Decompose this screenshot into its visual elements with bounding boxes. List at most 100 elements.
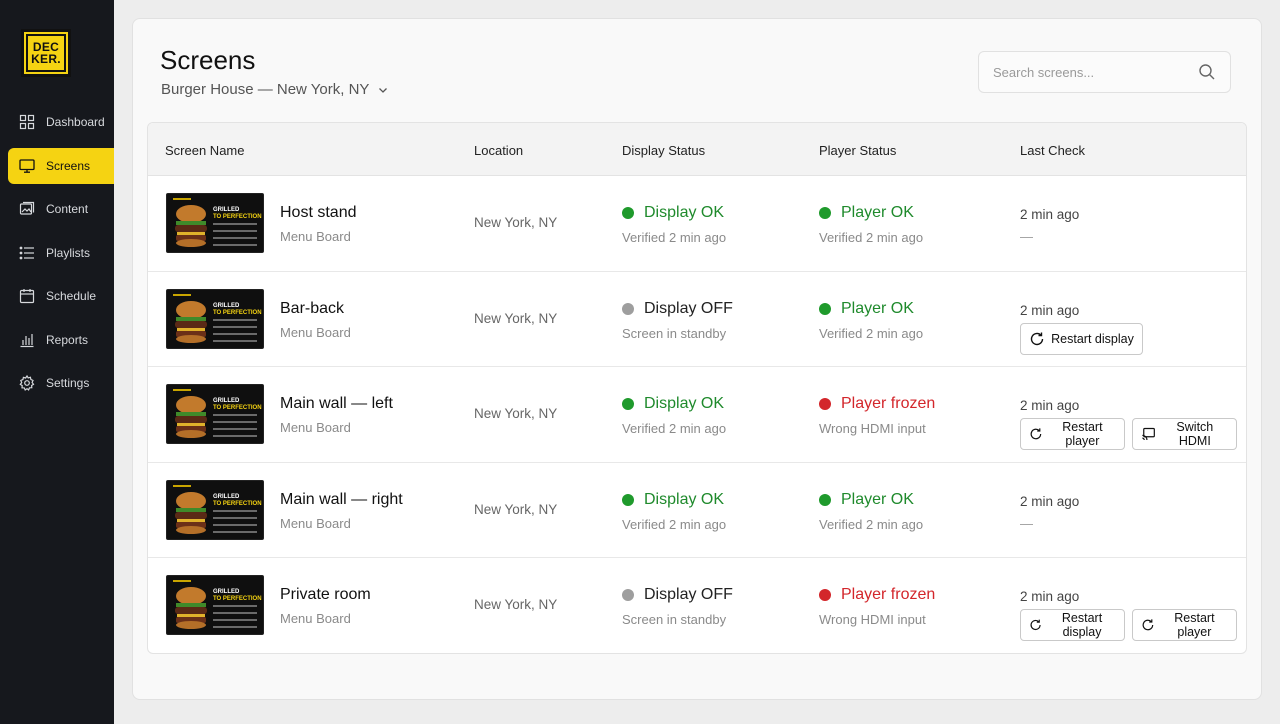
thumbnail-title: GRILLED TO PERFECTION xyxy=(213,303,262,317)
player-status: Player frozen xyxy=(819,395,935,413)
sidebar-item-label: Screens xyxy=(46,158,91,173)
table-row[interactable]: GRILLED TO PERFECTION Host stand Menu Board… xyxy=(148,176,1246,272)
screen-name[interactable]: Main wall — left xyxy=(280,395,393,413)
monitor-icon xyxy=(19,158,35,174)
thumbnail-title-line2: TO PERFECTION xyxy=(213,309,262,316)
search-input[interactable] xyxy=(993,64,1198,80)
restart-display-button[interactable]: Restart display xyxy=(1020,609,1125,642)
restart-player-button[interactable]: Restart player xyxy=(1020,418,1125,451)
screen-name[interactable]: Private room xyxy=(280,586,371,604)
screen-location: New York, NY xyxy=(474,501,558,517)
screen-name[interactable]: Main wall — right xyxy=(280,491,403,509)
content-icon xyxy=(19,201,35,217)
location-dropdown[interactable]: Burger House — New York, NY xyxy=(161,81,389,98)
sidebar-item-schedule[interactable]: Schedule xyxy=(8,278,114,314)
search-box[interactable] xyxy=(978,51,1231,93)
player-status: Player OK xyxy=(819,491,914,509)
last-check-time: 2 min ago xyxy=(1020,398,1080,414)
player-status-detail: Wrong HDMI input xyxy=(819,612,926,628)
list-icon xyxy=(19,245,35,261)
thumbnail-accent xyxy=(173,293,191,296)
screen-name[interactable]: Host stand xyxy=(280,204,356,222)
column-header-last-check[interactable]: Last Check xyxy=(1020,143,1085,158)
thumbnail-title-line2: TO PERFECTION xyxy=(213,596,262,603)
screens-panel: Screens Burger House — New York, NY Scre… xyxy=(132,18,1262,700)
screen-name[interactable]: Bar-back xyxy=(280,300,344,318)
display-status: Display OFF xyxy=(622,586,733,604)
sidebar-item-dashboard[interactable]: Dashboard xyxy=(8,104,114,140)
table-body: GRILLED TO PERFECTION Host stand Menu Board… xyxy=(148,176,1246,653)
logo-text-line2: KER. xyxy=(31,52,61,66)
switch-hdmi-button[interactable]: Switch HDMI xyxy=(1132,418,1237,451)
status-dot-icon xyxy=(819,207,831,219)
player-status-detail: Verified 2 min ago xyxy=(819,325,924,341)
sidebar-item-reports[interactable]: Reports xyxy=(8,322,114,358)
screen-thumbnail[interactable]: GRILLED TO PERFECTION xyxy=(166,288,264,349)
table-row[interactable]: GRILLED TO PERFECTION Bar-back Menu Board Ne… xyxy=(148,272,1246,368)
table-row[interactable]: GRILLED TO PERFECTION Main wall — left Menu… xyxy=(148,367,1246,463)
sidebar-item-label: Content xyxy=(46,202,89,216)
page-title: Screens xyxy=(160,45,256,75)
search-icon[interactable] xyxy=(1198,63,1216,81)
screen-type: Menu Board xyxy=(280,515,351,531)
screen-type: Menu Board xyxy=(280,229,351,244)
display-status-label: Display OFF xyxy=(644,586,733,604)
table-row[interactable]: GRILLED TO PERFECTION Main wall — right Men… xyxy=(148,463,1246,559)
status-dot-icon xyxy=(622,302,634,315)
thumbnail-title: GRILLED TO PERFECTION xyxy=(213,207,262,221)
refresh-icon xyxy=(1030,620,1041,631)
burger-image xyxy=(175,587,207,630)
table-row[interactable]: GRILLED TO PERFECTION Private room Menu Boa… xyxy=(148,558,1246,653)
thumbnail-menu-lines xyxy=(213,223,257,251)
thumbnail-title: GRILLED TO PERFECTION xyxy=(213,494,262,508)
screen-location: New York, NY xyxy=(474,597,558,613)
restart-player-button[interactable]: Restart player xyxy=(1132,609,1237,642)
screen-location: New York, NY xyxy=(474,406,558,422)
refresh-icon xyxy=(1030,428,1042,440)
display-status-detail: Screen in standby xyxy=(622,612,727,628)
column-header-display-status[interactable]: Display Status xyxy=(622,143,705,158)
screen-thumbnail[interactable]: GRILLED TO PERFECTION xyxy=(166,575,264,636)
burger-image xyxy=(175,205,207,247)
player-status: Player frozen xyxy=(819,586,935,604)
screens-table: Screen Name Location Display Status Play… xyxy=(147,122,1247,654)
display-status: Display OFF xyxy=(622,300,733,318)
sidebar: DEC KER. Dashboard Screens Content Playl… xyxy=(0,0,114,724)
restart-display-button[interactable]: Restart display xyxy=(1020,322,1143,355)
thumbnail-menu-lines xyxy=(213,605,257,633)
column-header-screen-name[interactable]: Screen Name xyxy=(165,143,244,158)
screen-type: Menu Board xyxy=(280,324,351,340)
sidebar-item-playlists[interactable]: Playlists xyxy=(8,235,114,271)
calendar-icon xyxy=(19,288,35,304)
column-header-location[interactable]: Location xyxy=(474,143,523,158)
player-status-label: Player frozen xyxy=(841,586,936,604)
button-label: Switch HDMI xyxy=(1176,420,1214,449)
refresh-icon xyxy=(1030,332,1044,345)
screen-location: New York, NY xyxy=(474,215,558,230)
sidebar-item-settings[interactable]: Settings xyxy=(8,365,114,401)
screen-thumbnail[interactable]: GRILLED TO PERFECTION xyxy=(166,384,264,445)
status-dot-icon xyxy=(819,589,831,602)
bar-chart-icon xyxy=(19,332,35,348)
thumbnail-title-line1: GRILLED xyxy=(213,398,240,405)
sidebar-item-screens[interactable]: Screens xyxy=(8,147,114,184)
sidebar-item-content[interactable]: Content xyxy=(8,191,114,227)
thumbnail-accent xyxy=(173,580,191,583)
button-label: Restart display xyxy=(1061,611,1103,640)
burger-image xyxy=(175,396,207,439)
screen-thumbnail[interactable]: GRILLED TO PERFECTION xyxy=(166,193,264,253)
screen-location: New York, NY xyxy=(474,310,558,326)
display-status-label: Display OK xyxy=(644,395,725,413)
player-status-detail: Verified 2 min ago xyxy=(819,516,924,532)
display-status-detail: Verified 2 min ago xyxy=(622,421,727,437)
status-dot-icon xyxy=(622,207,634,219)
burger-image xyxy=(175,491,207,534)
burger-image xyxy=(175,300,207,343)
player-status: Player OK xyxy=(819,204,914,222)
table-header: Screen Name Location Display Status Play… xyxy=(148,123,1246,176)
thumbnail-title: GRILLED TO PERFECTION xyxy=(213,589,262,603)
screen-thumbnail[interactable]: GRILLED TO PERFECTION xyxy=(166,479,264,540)
decker-logo[interactable]: DEC KER. xyxy=(21,29,71,77)
thumbnail-menu-lines xyxy=(213,509,257,538)
column-header-player-status[interactable]: Player Status xyxy=(819,143,896,158)
